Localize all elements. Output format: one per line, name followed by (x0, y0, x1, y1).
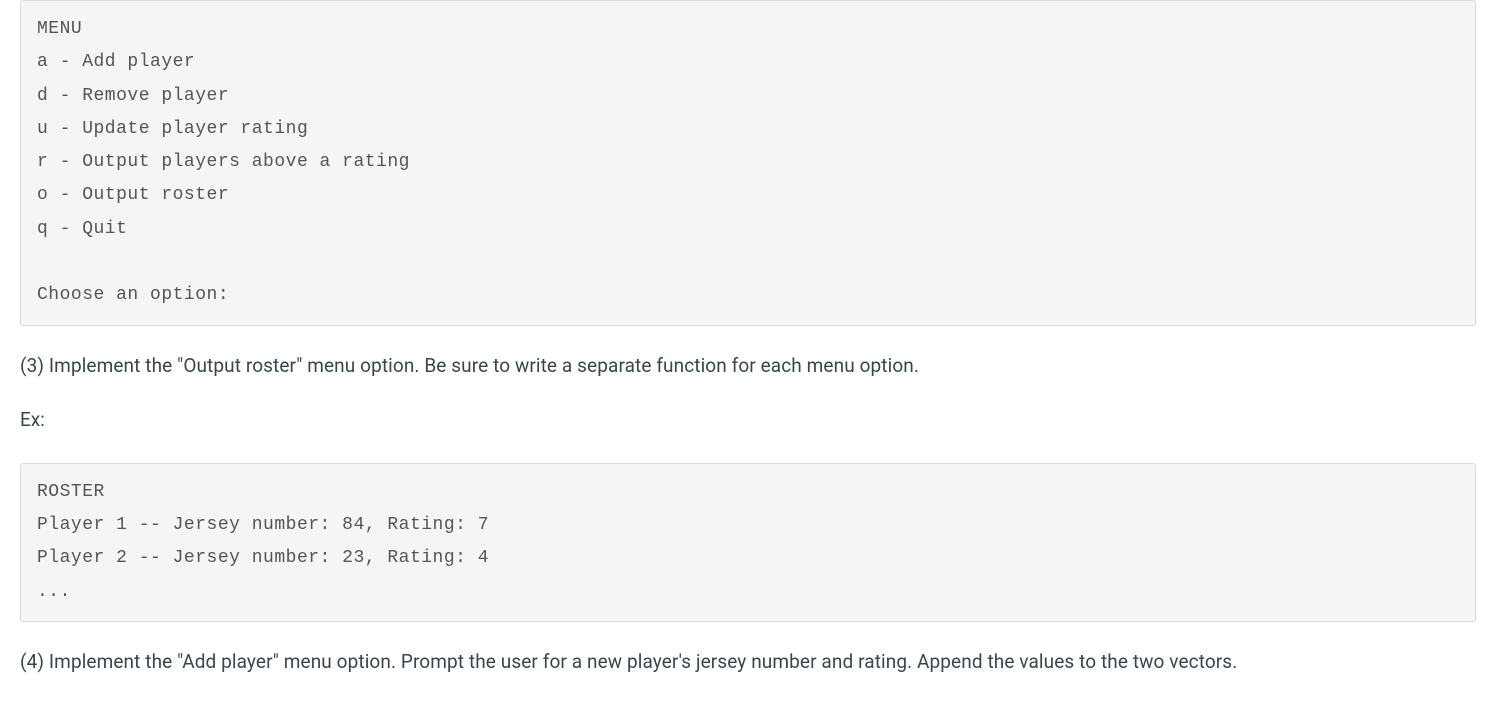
menu-option: d - Remove player (37, 86, 229, 106)
example-label: Ex: (20, 406, 1476, 435)
roster-code-block: ROSTER Player 1 -- Jersey number: 84, Ra… (20, 463, 1476, 622)
roster-line: Player 1 -- Jersey number: 84, Rating: 7 (37, 515, 489, 535)
menu-code-block: MENU a - Add player d - Remove player u … (20, 0, 1476, 326)
roster-title: ROSTER (37, 482, 105, 502)
menu-option: o - Output roster (37, 185, 229, 205)
roster-ellipsis: ... (37, 582, 71, 602)
menu-prompt: Choose an option: (37, 285, 229, 305)
menu-option: q - Quit (37, 219, 127, 239)
menu-option: r - Output players above a rating (37, 152, 410, 172)
roster-line: Player 2 -- Jersey number: 23, Rating: 4 (37, 548, 489, 568)
instruction-step-4: (4) Implement the "Add player" menu opti… (20, 648, 1476, 677)
menu-option: u - Update player rating (37, 119, 308, 139)
menu-title: MENU (37, 19, 82, 39)
instruction-step-3: (3) Implement the "Output roster" menu o… (20, 352, 1476, 381)
menu-option: a - Add player (37, 52, 195, 72)
